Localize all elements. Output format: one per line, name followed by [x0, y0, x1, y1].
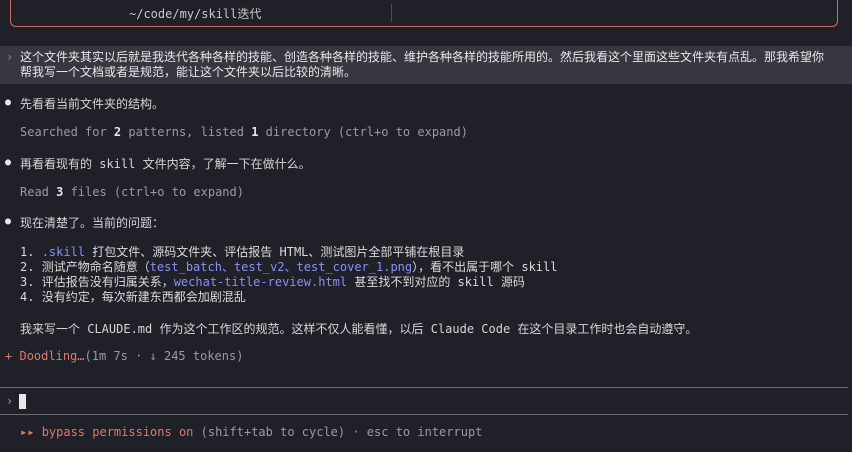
chevron-right-icon: › [6, 50, 14, 64]
fast-forward-icon: ▸▸ [20, 425, 35, 439]
inline-code: wechat-title-review.html [173, 275, 348, 289]
list-number: 1. [20, 245, 42, 259]
tool-summary-text: files (ctrl+o to expand) [63, 185, 244, 199]
tool-summary-search[interactable]: Searched for 2 patterns, listed 1 direct… [20, 125, 468, 139]
panel-divider [391, 4, 392, 22]
assistant-closing-text: 我来写一个 CLAUDE.md 作为这个工作区的规范。这样不仅人能看懂，以后 C… [20, 322, 698, 336]
status-label: Doodling… [19, 349, 85, 363]
mode-indicator: ▸▸ bypass permissions on (shift+tab to c… [20, 425, 482, 439]
list-item: 4. 没有约定，每次新建东西都会加剧混乱 [20, 290, 246, 304]
assistant-step-title: 现在清楚了。当前的问题： [20, 216, 165, 230]
permission-mode-label: bypass permissions on [41, 425, 194, 439]
status-meta: (1m 7s · ↓ 245 tokens) [84, 349, 244, 363]
list-number: 2. [20, 260, 42, 274]
inline-code: test_batch、test_v2、test_cover_1.png [149, 260, 413, 274]
tool-summary-read[interactable]: Read 3 files (ctrl+o to expand) [20, 185, 244, 199]
tool-summary-text: Searched for [20, 125, 114, 139]
bullet-icon: ● [5, 97, 12, 108]
list-item: 2. 测试产物命名随意（test_batch、test_v2、test_cove… [20, 260, 557, 274]
inline-code: .skill [41, 245, 86, 259]
status-line: + Doodling…(1m 7s · ↓ 245 tokens) [5, 349, 243, 363]
list-text: 没有约定，每次新建东西都会加剧混乱 [41, 290, 246, 304]
tool-summary-text: patterns, listed [121, 125, 252, 139]
keyboard-hint: (shift+tab to cycle) · esc to interrupt [193, 425, 483, 439]
user-message: › 这个文件夹其实以后就是我迭代各种各样的技能、创造各种各样的技能、维护各种各样… [0, 46, 852, 84]
working-directory-path: ~/code/my/skill迭代 [129, 7, 262, 21]
previous-panel: ~/code/my/skill迭代 [10, 0, 838, 27]
bullet-icon: ● [5, 157, 12, 168]
list-text: 打包文件、源码文件夹、评估报告 HTML、测试图片全部平铺在根目录 [85, 245, 465, 259]
list-text: 评估报告没有归属关系， [41, 275, 174, 289]
list-text: 测试产物命名随意（ [41, 260, 150, 274]
spinner-icon: + [5, 349, 13, 363]
list-number: 4. [20, 290, 42, 304]
list-text: ），看不出属于哪个 skill [412, 260, 558, 274]
prompt-chevron-icon: › [6, 394, 14, 408]
prompt-input[interactable]: › [0, 387, 848, 415]
tool-summary-text: directory (ctrl+o to expand) [258, 125, 468, 139]
text-cursor [19, 394, 26, 409]
bullet-icon: ● [5, 216, 12, 227]
assistant-step-title: 先看看当前文件夹的结构。 [20, 97, 165, 111]
list-item: 1. .skill 打包文件、源码文件夹、评估报告 HTML、测试图片全部平铺在… [20, 245, 464, 259]
list-text: 甚至找不到对应的 skill 源码 [347, 275, 525, 289]
user-message-text: 这个文件夹其实以后就是我迭代各种各样的技能、创造各种各样的技能、维护各种各样的技… [20, 50, 825, 79]
assistant-step-title: 再看看现有的 skill 文件内容，了解一下在做什么。 [20, 157, 311, 171]
tool-summary-text: Read [20, 185, 57, 199]
list-item: 3. 评估报告没有归属关系，wechat-title-review.html 甚… [20, 275, 525, 289]
list-number: 3. [20, 275, 42, 289]
